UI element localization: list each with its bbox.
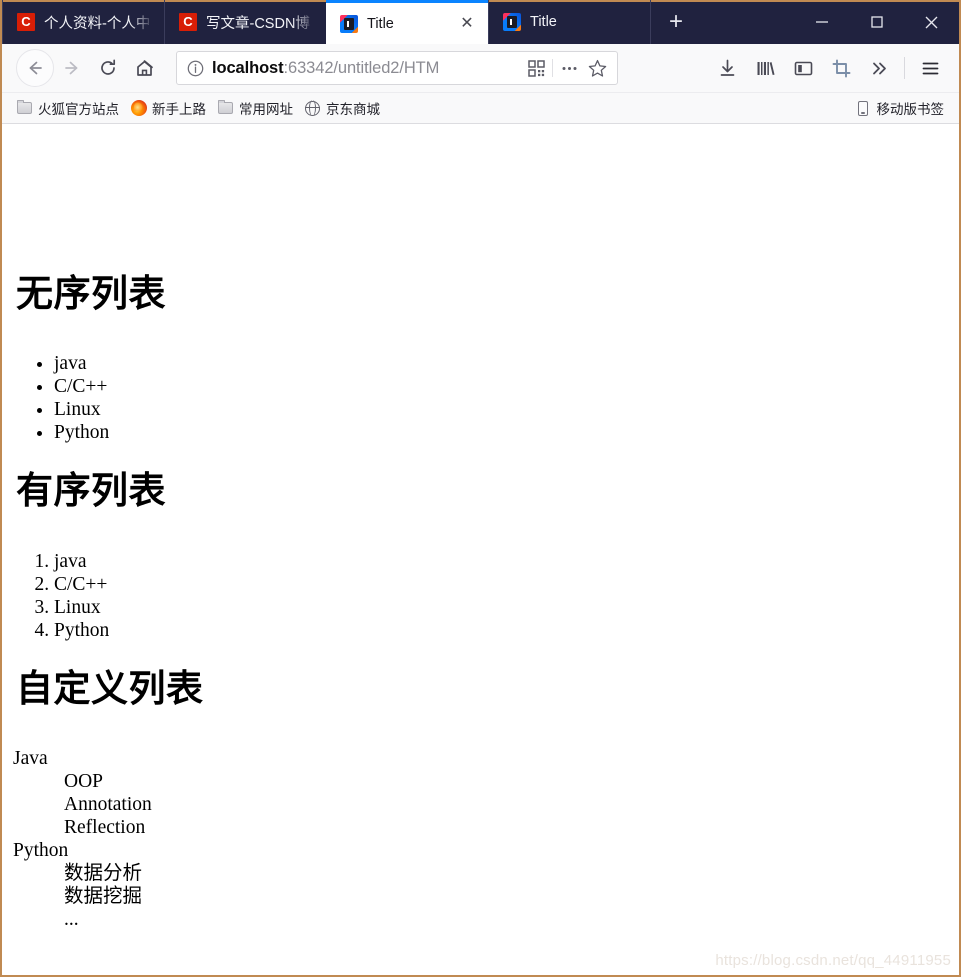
bookmark-star-icon[interactable] [583, 55, 611, 81]
screenshot-icon[interactable] [822, 50, 860, 86]
page-info-icon[interactable] [187, 60, 204, 77]
definition-description: OOP [64, 771, 104, 792]
bookmark-label: 常用网址 [239, 102, 293, 117]
definition-description: 数据分析 [64, 863, 143, 884]
maximize-button[interactable] [849, 0, 904, 44]
list-item: C/C++ [54, 573, 109, 596]
tab-title: 个人资料-个人中 [44, 15, 151, 32]
close-icon[interactable]: ✕ [456, 13, 478, 35]
definition-list: Java OOP Annotation Reflection Python 数据… [13, 747, 152, 931]
bookmark-item-firefox-official[interactable]: 火狐官方站点 [12, 96, 126, 120]
globe-icon [304, 100, 321, 117]
browser-window: C 个人资料-个人中 C 写文章-CSDN博 Title ✕ Title + l… [0, 0, 961, 977]
definition-description: Reflection [64, 817, 146, 838]
minimize-button[interactable] [794, 0, 849, 44]
bookmark-label: 移动版书签 [876, 102, 945, 117]
list-item: java [54, 352, 109, 375]
definition-term: Python [13, 840, 69, 861]
definition-description: Annotation [64, 794, 152, 815]
bookmark-item-common-sites[interactable]: 常用网址 [213, 96, 300, 120]
list-item: Python [54, 421, 109, 444]
toolbar-divider [904, 57, 905, 79]
bookmark-label: 新手上路 [152, 102, 206, 117]
downloads-icon[interactable] [708, 50, 746, 86]
page-content-area: 无序列表 java C/C++ Linux Python 有序列表 java C… [2, 124, 959, 975]
browser-tab-3-active[interactable]: Title ✕ [326, 0, 488, 44]
back-arrow-icon [29, 61, 42, 75]
watermark-text: https://blog.csdn.net/qq_44911955 [715, 952, 951, 969]
folder-icon [217, 100, 234, 117]
toolbar-right-group [708, 50, 949, 86]
browser-tab-1[interactable]: C 个人资料-个人中 [2, 0, 164, 44]
ellipsis-glyph [562, 66, 576, 70]
qrcode-icon[interactable] [522, 55, 550, 81]
reload-button[interactable] [90, 50, 126, 86]
bookmarks-bar: 火狐官方站点 新手上路 常用网址 京东商城 移动版书签 [2, 93, 959, 124]
intellij-icon [340, 14, 358, 33]
new-tab-button[interactable]: + [650, 0, 701, 44]
ordered-list: java C/C++ Linux Python [2, 550, 109, 642]
list-item: Linux [54, 398, 109, 421]
unordered-list: java C/C++ Linux Python [2, 352, 109, 444]
sidebar-icon[interactable] [784, 50, 822, 86]
browser-tab-4[interactable]: Title [488, 0, 650, 44]
reload-icon [101, 59, 116, 75]
intellij-icon [503, 13, 521, 31]
url-bar[interactable]: localhost:63342/untitled2/HTM [176, 51, 618, 85]
list-item: Linux [54, 596, 109, 619]
bookmark-item-mobile[interactable]: 移动版书签 [851, 96, 952, 120]
url-host: localhost [212, 58, 284, 77]
csdn-icon: C [179, 13, 197, 31]
home-icon [136, 59, 153, 76]
forward-button[interactable] [54, 50, 90, 86]
home-button[interactable] [126, 50, 162, 86]
url-text[interactable]: localhost:63342/untitled2/HTM [212, 59, 522, 78]
phone-icon [855, 100, 872, 117]
bookmark-item-jd[interactable]: 京东商城 [300, 96, 387, 120]
bookmark-label: 火狐官方站点 [38, 102, 119, 117]
list-item: Python [54, 619, 109, 642]
maximize-icon [870, 16, 883, 28]
back-button[interactable] [16, 49, 54, 87]
library-icon[interactable] [746, 50, 784, 86]
definition-description: ... [64, 909, 79, 930]
qr-glyph [527, 59, 545, 77]
browser-tab-2[interactable]: C 写文章-CSDN博 [164, 0, 326, 44]
list-item: C/C++ [54, 375, 109, 398]
overflow-chevron-icon[interactable] [860, 50, 898, 86]
url-path: :63342/untitled2/HTM [283, 58, 440, 77]
tab-title: 写文章-CSDN博 [206, 15, 310, 32]
urlbar-divider [552, 59, 553, 77]
bookmark-label: 京东商城 [326, 102, 380, 117]
navigation-toolbar: localhost:63342/untitled2/HTM [2, 44, 959, 93]
heading-unordered-list: 无序列表 [16, 272, 166, 315]
page-actions-icon[interactable] [555, 55, 583, 81]
heading-ordered-list: 有序列表 [16, 469, 166, 512]
minimize-icon [815, 21, 828, 23]
hamburger-menu-icon[interactable] [911, 50, 949, 86]
close-window-button[interactable] [904, 0, 959, 44]
tabstrip-spacer [701, 0, 794, 44]
star-glyph [588, 59, 606, 77]
folder-icon [16, 100, 33, 117]
csdn-icon: C [17, 13, 35, 31]
list-item: java [54, 550, 109, 573]
bookmark-item-getting-started[interactable]: 新手上路 [126, 96, 213, 120]
tab-strip: C 个人资料-个人中 C 写文章-CSDN博 Title ✕ Title + [2, 0, 959, 44]
tab-title: Title [530, 14, 557, 30]
heading-definition-list: 自定义列表 [16, 667, 204, 710]
forward-arrow-icon [65, 61, 78, 75]
close-icon [925, 16, 938, 28]
firefox-icon [130, 100, 147, 117]
definition-description: 数据挖掘 [64, 886, 143, 907]
definition-term: Java [13, 748, 48, 769]
tab-title: Title [367, 15, 394, 32]
